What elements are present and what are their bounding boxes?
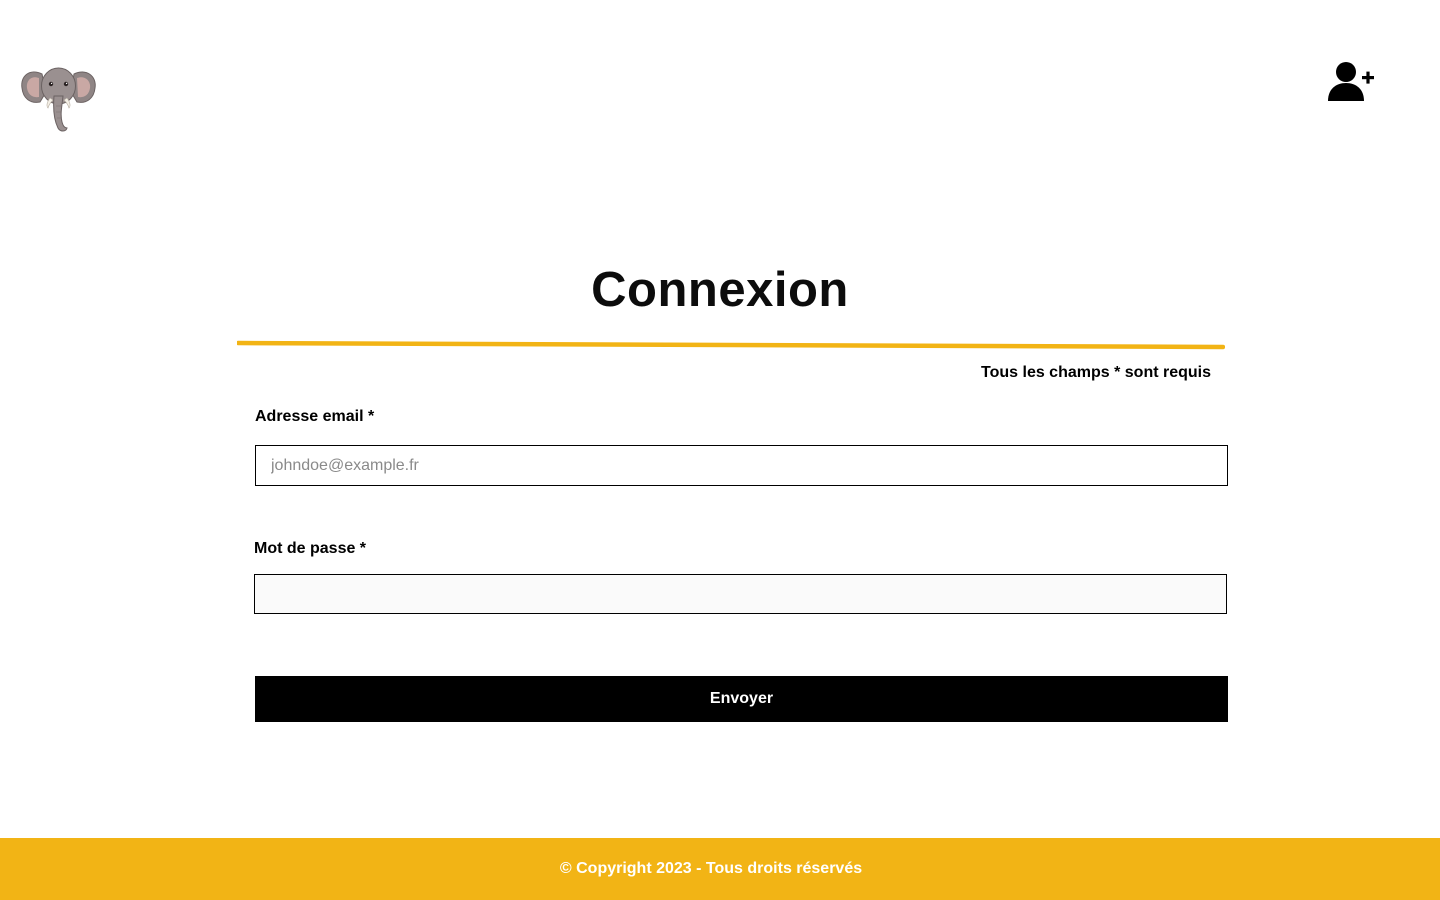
elephant-logo-icon[interactable]: [20, 62, 98, 134]
password-field[interactable]: [254, 574, 1227, 614]
submit-button[interactable]: Envoyer: [255, 676, 1228, 722]
required-fields-note: Tous les champs * sont requis: [981, 364, 1211, 381]
email-field[interactable]: [255, 445, 1228, 486]
page-title: Connexion: [591, 263, 849, 317]
login-page: Connexion Tous les champs * sont requis …: [0, 0, 1440, 900]
title-underline: [235, 338, 1226, 350]
user-plus-icon[interactable]: [1326, 61, 1376, 103]
footer-copyright: © Copyright 2023 - Tous droits réservés: [559, 860, 863, 877]
email-label: Adresse email *: [255, 408, 375, 425]
password-label: Mot de passe *: [254, 540, 367, 557]
footer: © Copyright 2023 - Tous droits réservés: [0, 838, 1440, 900]
